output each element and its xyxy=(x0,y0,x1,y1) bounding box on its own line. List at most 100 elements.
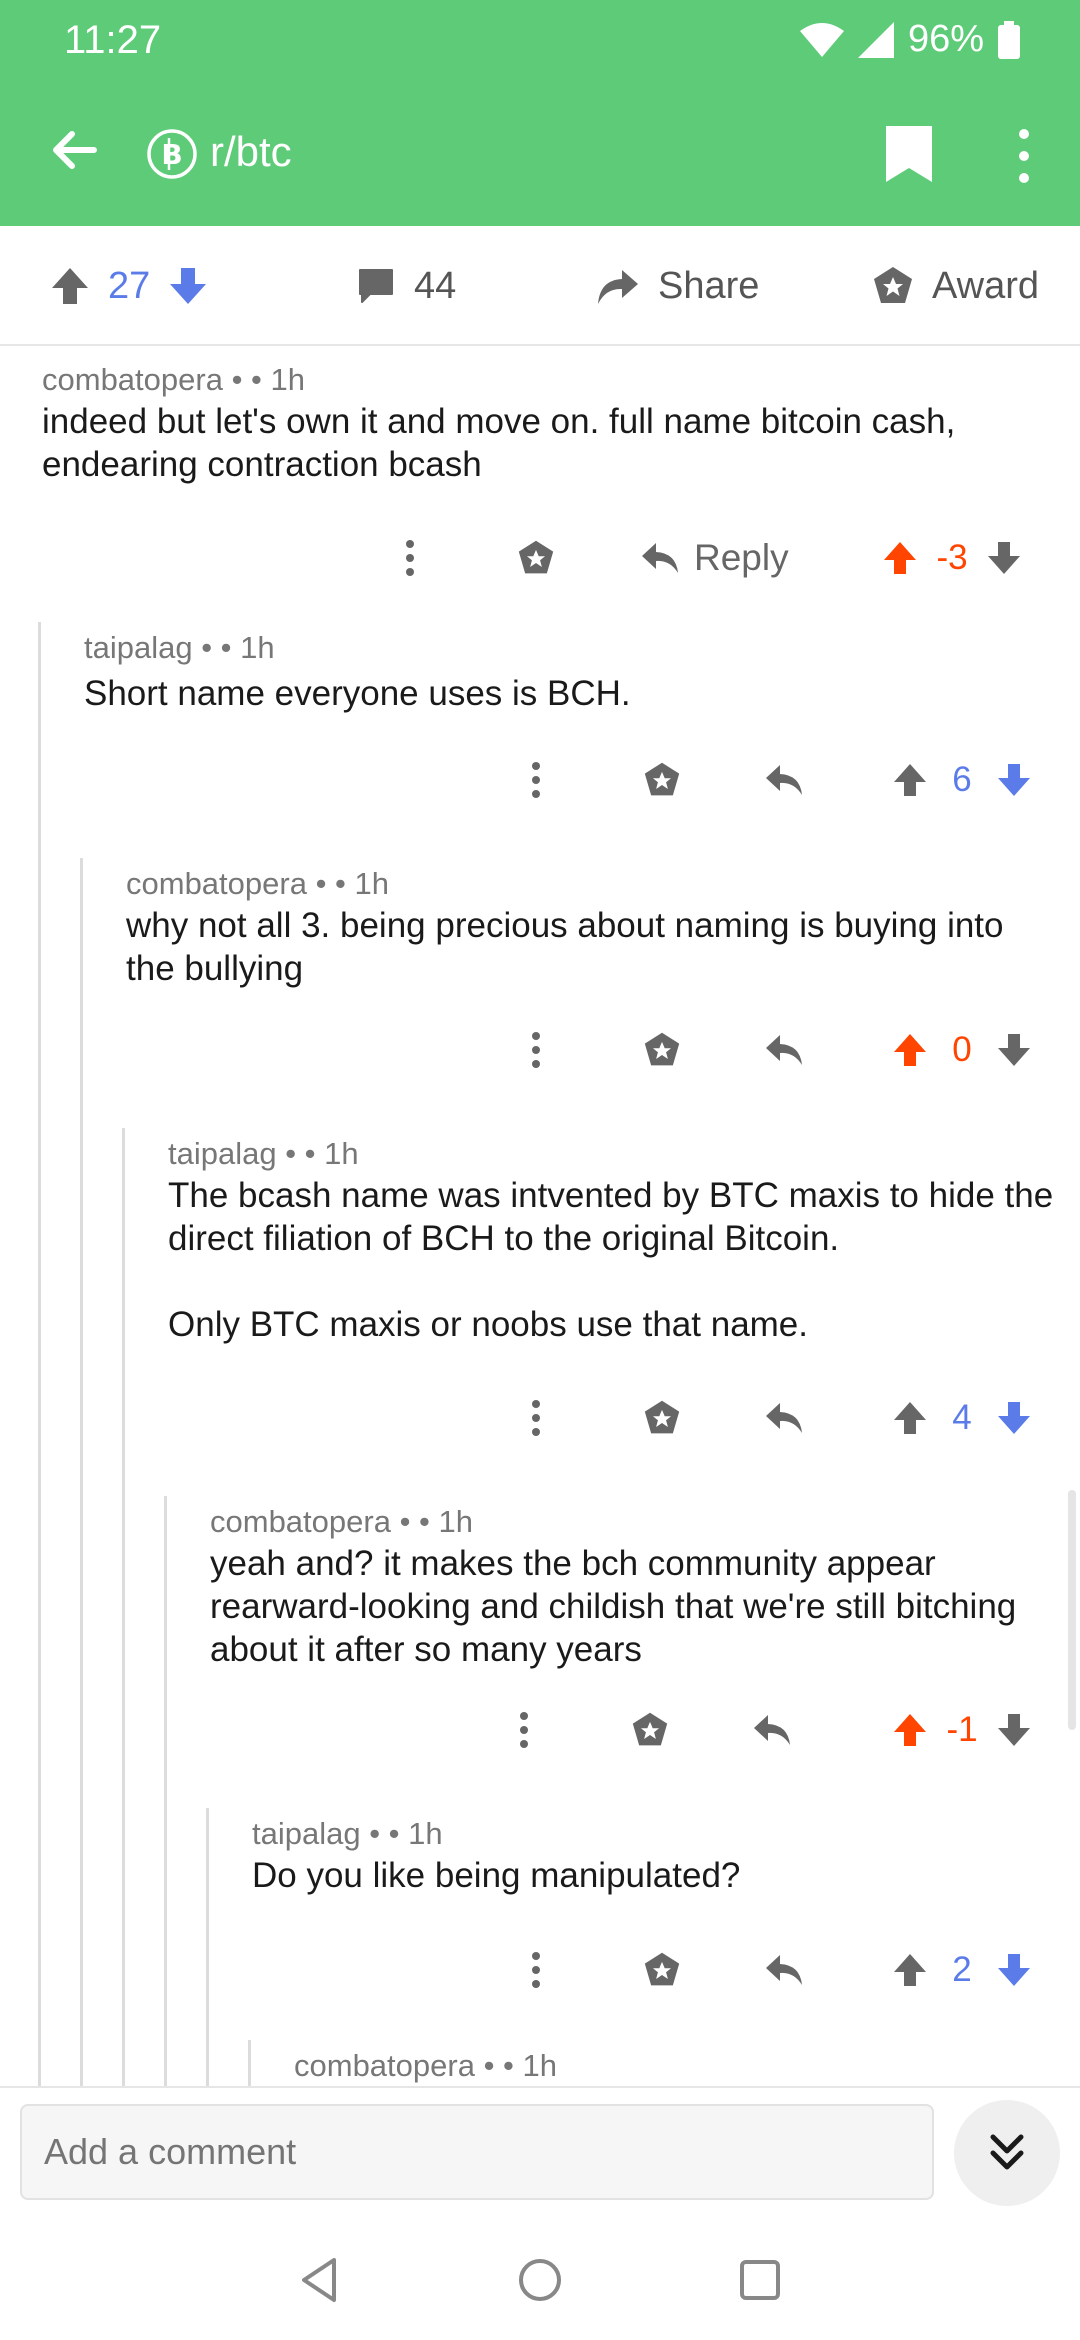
comment-meta: combatopera • • 1h xyxy=(126,866,389,902)
award-button[interactable] xyxy=(640,748,684,812)
upvote-icon[interactable] xyxy=(892,1400,928,1436)
more-options-button[interactable] xyxy=(516,748,556,812)
upvote-icon[interactable] xyxy=(882,540,918,576)
post-award-button[interactable]: Award xyxy=(872,256,1039,316)
nav-recents-icon[interactable] xyxy=(730,2250,790,2310)
more-options-button[interactable] xyxy=(516,1938,556,2002)
overflow-menu-icon[interactable] xyxy=(1004,126,1044,186)
more-options-button[interactable] xyxy=(390,526,430,590)
more-dots-icon xyxy=(532,1952,540,1988)
comment-author[interactable]: taipalag xyxy=(84,630,193,665)
top-bar: 11:27 96% B r/btc xyxy=(0,0,1080,226)
more-options-button[interactable] xyxy=(516,1018,556,1082)
award-icon xyxy=(644,762,680,796)
downvote-icon[interactable] xyxy=(996,1712,1032,1748)
post-action-bar: 27 44 Share Award xyxy=(0,226,1080,346)
comment-composer xyxy=(0,2086,1080,2220)
more-dots-icon xyxy=(520,1712,528,1748)
award-icon xyxy=(874,267,912,303)
award-button[interactable] xyxy=(640,1938,684,2002)
comment-age: 1h xyxy=(240,630,275,665)
comment-score: -1 xyxy=(946,1710,978,1749)
subreddit-name[interactable]: r/btc xyxy=(210,128,292,176)
comment-age: 1h xyxy=(324,1136,359,1171)
double-chevron-down-icon xyxy=(990,2134,1024,2170)
award-label: Award xyxy=(932,264,1040,307)
upvote-icon[interactable] xyxy=(892,762,928,798)
back-arrow-icon[interactable] xyxy=(44,120,104,180)
post-share-button[interactable]: Share xyxy=(596,256,759,316)
status-time: 11:27 xyxy=(64,18,162,62)
post-vote-group: 27 xyxy=(50,256,208,316)
comment-vote-group: 6 xyxy=(892,748,1032,812)
status-bar: 11:27 96% xyxy=(0,0,1080,80)
nav-home-icon[interactable] xyxy=(510,2250,570,2310)
comment-author[interactable]: combatopera xyxy=(126,866,307,901)
comment-vote-group: 4 xyxy=(892,1386,1032,1450)
comment-age: 1h xyxy=(438,1504,473,1539)
more-options-button[interactable] xyxy=(504,1698,544,1762)
upvote-icon[interactable] xyxy=(892,1952,928,1988)
jump-to-next-button[interactable] xyxy=(954,2100,1060,2206)
comment-author[interactable]: combatopera xyxy=(210,1504,391,1539)
award-button[interactable] xyxy=(514,526,558,590)
comment-author[interactable]: taipalag xyxy=(252,1816,361,1851)
meta-separator: • • xyxy=(390,1504,439,1539)
thread-depth-line xyxy=(248,2040,251,2086)
reply-button[interactable] xyxy=(764,1938,804,2002)
award-icon xyxy=(644,1400,680,1434)
comment-score: 0 xyxy=(952,1030,972,1069)
meta-separator: • • xyxy=(306,866,355,901)
upvote-icon[interactable] xyxy=(892,1032,928,1068)
reply-icon xyxy=(766,1955,802,1985)
downvote-icon[interactable] xyxy=(168,266,208,306)
downvote-icon[interactable] xyxy=(996,1952,1032,1988)
reply-icon xyxy=(766,1035,802,1065)
award-button[interactable] xyxy=(640,1386,684,1450)
award-icon xyxy=(518,540,554,574)
comment-actions: 6 xyxy=(0,748,1080,812)
comment-author[interactable]: combatopera xyxy=(294,2048,475,2083)
meta-separator: • • xyxy=(360,1816,409,1851)
reply-button[interactable] xyxy=(764,748,804,812)
comment-author[interactable]: taipalag xyxy=(168,1136,277,1171)
more-options-button[interactable] xyxy=(516,1386,556,1450)
reply-button[interactable] xyxy=(752,1698,792,1762)
bitcoin-logo-icon[interactable]: B xyxy=(146,128,198,180)
comment-author[interactable]: combatopera xyxy=(42,362,223,397)
comment-meta: combatopera • • 1h xyxy=(294,2048,557,2084)
add-comment-input[interactable] xyxy=(20,2104,934,2200)
post-score: 27 xyxy=(108,264,151,307)
bookmark-icon[interactable] xyxy=(882,124,936,184)
comment-actions: 0 xyxy=(0,1018,1080,1082)
reply-button[interactable] xyxy=(764,1018,804,1082)
reply-button[interactable]: Reply xyxy=(640,526,789,590)
comment-meta: taipalag • • 1h xyxy=(168,1136,359,1172)
meta-separator: • • xyxy=(222,362,271,397)
reply-button[interactable] xyxy=(764,1386,804,1450)
scrollbar[interactable] xyxy=(1068,1490,1076,1730)
more-dots-icon xyxy=(532,1032,540,1068)
downvote-icon[interactable] xyxy=(996,1400,1032,1436)
more-dots-icon xyxy=(532,1400,540,1436)
meta-separator: • • xyxy=(192,630,241,665)
comment-meta: taipalag • • 1h xyxy=(252,1816,443,1852)
downvote-icon[interactable] xyxy=(986,540,1022,576)
comment-meta: combatopera • • 1h xyxy=(42,362,305,398)
reply-icon xyxy=(766,765,802,795)
downvote-icon[interactable] xyxy=(996,1032,1032,1068)
award-button[interactable] xyxy=(640,1018,684,1082)
upvote-icon[interactable] xyxy=(50,266,90,306)
post-comments-button[interactable]: 44 xyxy=(356,256,456,316)
award-icon xyxy=(632,1712,668,1746)
comment-count: 44 xyxy=(414,264,457,307)
reply-label: Reply xyxy=(694,537,789,578)
comment-age: 1h xyxy=(354,866,389,901)
upvote-icon[interactable] xyxy=(892,1712,928,1748)
battery-icon xyxy=(998,20,1020,59)
comment-actions: -1 xyxy=(0,1698,1080,1762)
comment-score: -3 xyxy=(936,538,968,577)
downvote-icon[interactable] xyxy=(996,762,1032,798)
nav-back-icon[interactable] xyxy=(290,2250,350,2310)
award-button[interactable] xyxy=(628,1698,672,1762)
